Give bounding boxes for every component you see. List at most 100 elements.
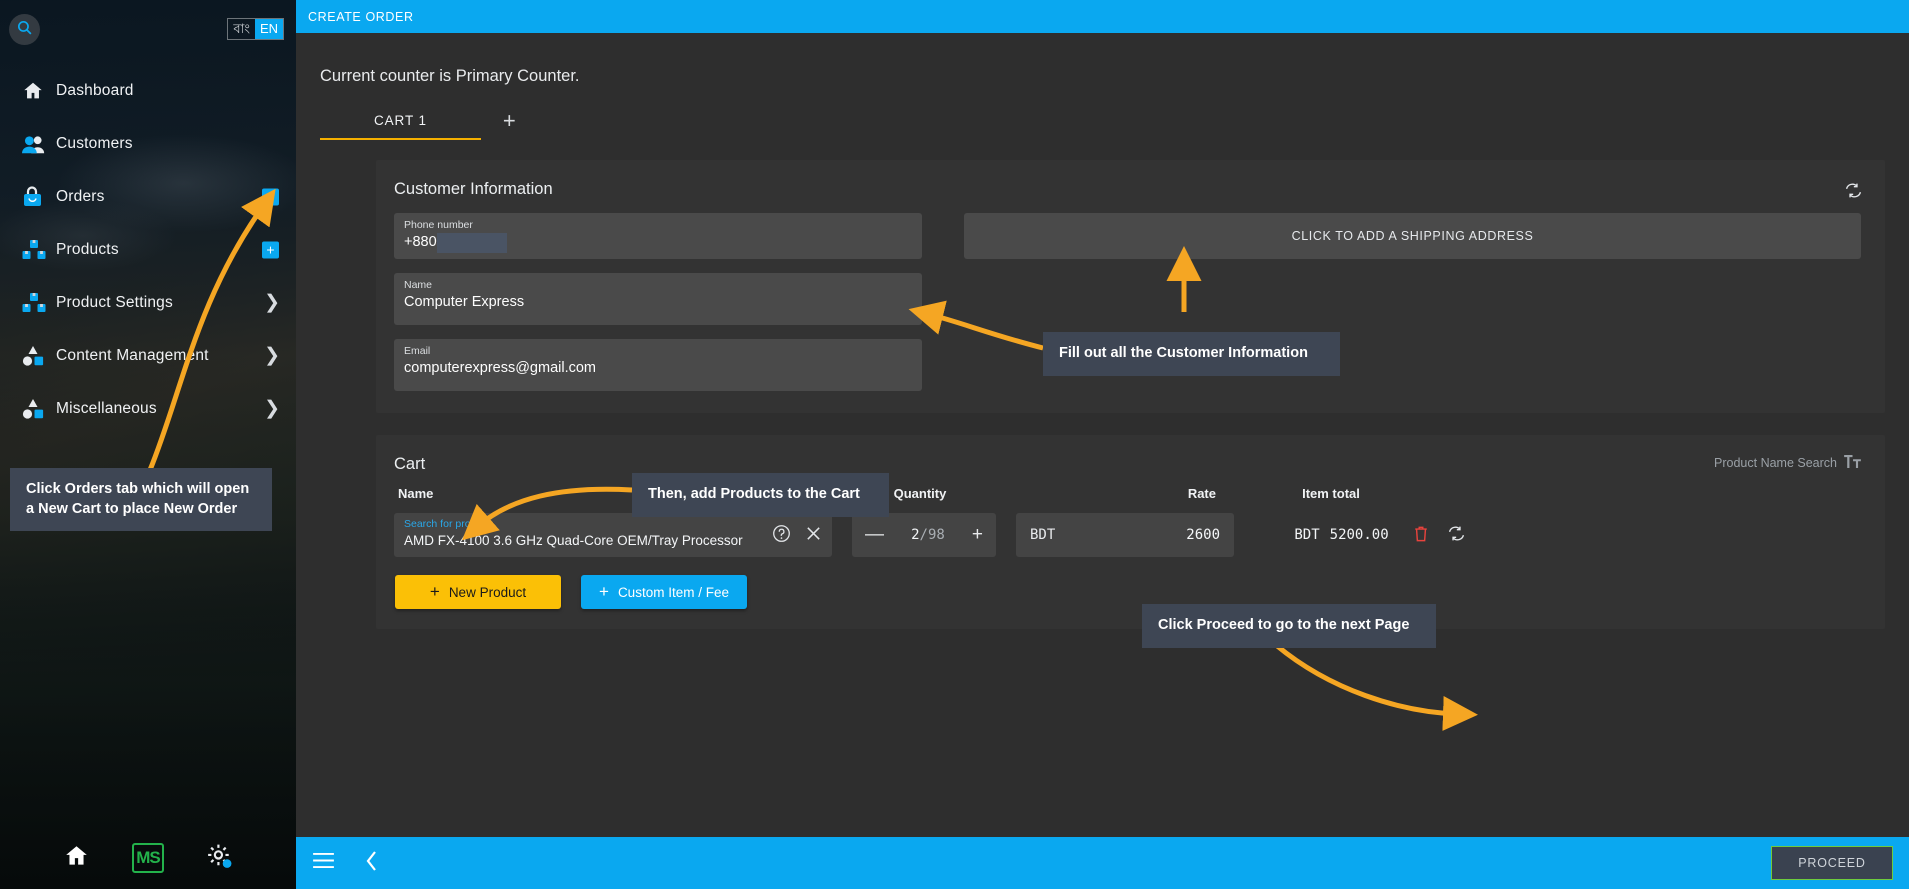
rate-currency: BDT (1030, 527, 1056, 543)
sidebar-item-orders[interactable]: Orders + (0, 170, 296, 223)
email-field[interactable]: Email computerexpress@gmail.com (394, 339, 922, 391)
chevron-left-icon[interactable] (365, 850, 379, 877)
add-order-badge[interactable]: + (262, 188, 279, 205)
proceed-button[interactable]: PROCEED (1771, 846, 1893, 880)
quantity-current: 2 (911, 527, 920, 543)
home-icon[interactable] (63, 843, 90, 874)
refresh-icon[interactable] (1844, 182, 1863, 204)
cart-panel: Cart Product Name Search Name Quantity R… (376, 435, 1885, 629)
callout-customer-info: Fill out all the Customer Information (1043, 332, 1340, 376)
callout-orders: Click Orders tab which will open a New C… (10, 468, 272, 532)
search-icon (16, 19, 33, 41)
product-search-label: Search for product (404, 518, 491, 530)
plus-icon: + (599, 582, 609, 601)
sidebar-item-label: Content Management (56, 346, 209, 364)
add-cart-tab-button[interactable]: + (481, 108, 536, 140)
boxes-icon (22, 292, 56, 314)
chevron-right-icon[interactable]: ❯ (264, 291, 280, 314)
quantity-decrement-button[interactable]: — (865, 524, 884, 546)
language-option-en[interactable]: EN (254, 19, 283, 39)
name-value: Computer Express (404, 294, 525, 310)
bag-icon (22, 185, 56, 208)
main-area: CREATE ORDER Current counter is Primary … (296, 0, 1909, 889)
sidebar-item-products[interactable]: Products + (0, 223, 296, 276)
cart-tabs: CART 1 + (296, 104, 1909, 140)
new-product-label: New Product (448, 584, 527, 600)
page-header: CREATE ORDER (296, 0, 1909, 33)
add-shipping-address-button[interactable]: CLICK TO ADD A SHIPPING ADDRESS (964, 213, 1861, 259)
cart-row: Search for product AMD FX-4100 3.6 GHz Q… (394, 513, 1861, 557)
shapes-icon (22, 345, 56, 367)
quantity-increment-button[interactable]: + (972, 524, 983, 546)
chevron-right-icon[interactable]: ❯ (264, 344, 280, 367)
product-search-value: AMD FX-4100 3.6 GHz Quad-Core OEM/Tray P… (404, 533, 743, 548)
custom-item-fee-button[interactable]: + Custom Item / Fee (581, 575, 747, 609)
sidebar-nav: Dashboard Customers Orders + Products + … (0, 64, 296, 435)
customer-information-title: Customer Information (394, 180, 553, 198)
phone-number-value: +880 (404, 233, 506, 253)
bottom-toolbar: PROCEED (296, 837, 1909, 889)
users-icon (22, 133, 56, 155)
phone-number-label: Phone number (404, 219, 473, 231)
home-icon (22, 80, 56, 102)
product-name-search-toggle[interactable]: Product Name Search (1714, 455, 1861, 471)
column-header-rate: Rate (1187, 486, 1216, 501)
name-label: Name (404, 279, 433, 291)
sidebar-item-miscellaneous[interactable]: Miscellaneous ❯ (0, 382, 296, 435)
sidebar-item-label: Products (56, 240, 119, 258)
language-option-bn[interactable]: বাং (228, 19, 255, 39)
product-name-search-label: Product Name Search (1714, 456, 1837, 470)
refresh-icon[interactable] (1447, 525, 1466, 546)
rate-input[interactable]: BDT 2600 (1016, 513, 1234, 557)
callout-add-products: Then, add Products to the Cart (632, 473, 889, 517)
trash-icon[interactable] (1413, 525, 1429, 546)
cart-title: Cart (394, 455, 426, 473)
plus-icon: + (429, 582, 440, 601)
rate-value: 2600 (1186, 527, 1220, 543)
item-total-currency: BDT (1294, 527, 1320, 543)
quantity-max: /98 (919, 527, 945, 543)
sidebar-item-label: Product Settings (56, 293, 173, 311)
boxes-icon (22, 239, 56, 261)
tab-cart-1[interactable]: CART 1 (320, 113, 481, 140)
product-search-input[interactable]: Search for product AMD FX-4100 3.6 GHz Q… (394, 513, 832, 557)
add-product-badge[interactable]: + (262, 241, 279, 258)
text-format-icon (1844, 455, 1861, 471)
counter-status-text: Current counter is Primary Counter. (320, 67, 580, 85)
phone-number-field[interactable]: Phone number +880 (394, 213, 922, 259)
cart-action-buttons: + New Product + Custom Item / Fee (394, 575, 1861, 609)
sidebar-item-label: Orders (56, 187, 105, 205)
column-header-item-total: Item total (1302, 486, 1360, 501)
chevron-right-icon[interactable]: ❯ (264, 397, 280, 420)
new-product-button[interactable]: + New Product (395, 575, 561, 609)
email-value: computerexpress@gmail.com (404, 360, 597, 376)
item-total-cell: BDT 5200.00 (1262, 525, 1498, 546)
item-total-value: 5200.00 (1329, 527, 1389, 543)
page-title: CREATE ORDER (308, 9, 414, 24)
sidebar-item-label: Customers (56, 134, 133, 152)
language-toggle[interactable]: বাং EN (227, 18, 284, 40)
sidebar-item-customers[interactable]: Customers (0, 117, 296, 170)
shapes-icon (22, 398, 56, 420)
sidebar-item-product-settings[interactable]: Product Settings ❯ (0, 276, 296, 329)
gear-icon[interactable] (206, 843, 233, 874)
search-button[interactable] (9, 14, 40, 45)
quantity-stepper[interactable]: — 2/98 + (852, 513, 996, 557)
sidebar-item-content-management[interactable]: Content Management ❯ (0, 329, 296, 382)
sidebar-footer: MS (0, 827, 296, 889)
sidebar-item-label: Dashboard (56, 81, 134, 99)
hamburger-icon[interactable] (312, 852, 335, 874)
custom-item-fee-label: Custom Item / Fee (617, 584, 729, 600)
sidebar: বাং EN Dashboard Customers Orders + Prod… (0, 0, 296, 889)
help-circle-icon[interactable] (772, 524, 791, 548)
email-label: Email (404, 345, 431, 357)
close-icon[interactable] (805, 525, 822, 547)
callout-proceed: Click Proceed to go to the next Page (1142, 604, 1436, 648)
sidebar-item-label: Miscellaneous (56, 399, 157, 417)
name-field[interactable]: Name Computer Express (394, 273, 922, 325)
app-root: বাং EN Dashboard Customers Orders + Prod… (0, 0, 1909, 889)
cart-column-headers: Name Quantity Rate Item total (394, 486, 1861, 501)
app-logo[interactable]: MS (132, 843, 164, 873)
quantity-value: 2/98 (911, 527, 945, 543)
sidebar-item-dashboard[interactable]: Dashboard (0, 64, 296, 117)
